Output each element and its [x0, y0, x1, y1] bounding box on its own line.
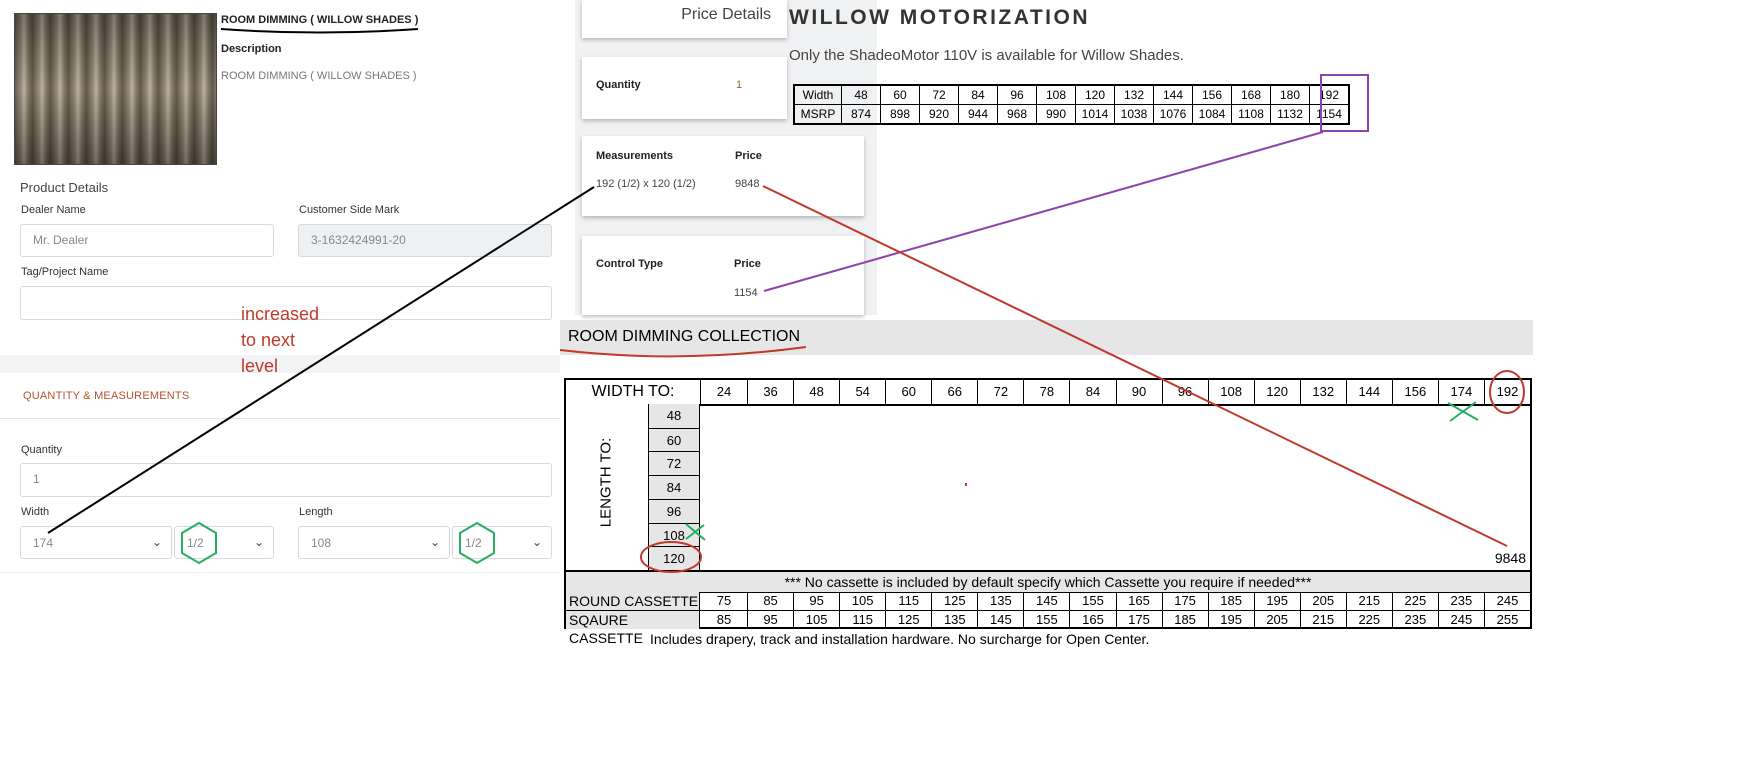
- purple-highlight-box: [1320, 74, 1369, 132]
- red-arrow-line: [762, 185, 1508, 547]
- red-dot-mark: [965, 483, 967, 486]
- underline-mark: [220, 28, 419, 34]
- green-x-mark: [685, 523, 706, 541]
- underline-mark: [559, 346, 807, 358]
- purple-arrow-line: [763, 131, 1324, 292]
- black-arrow-line: [47, 186, 595, 534]
- red-circle-mark: [640, 541, 702, 573]
- green-hexagon-mark: [181, 521, 217, 565]
- annotation-overlay: [47, 28, 1525, 573]
- green-x-mark: [1447, 401, 1479, 422]
- green-hexagon-mark: [459, 521, 495, 565]
- red-circle-mark: [1489, 370, 1525, 414]
